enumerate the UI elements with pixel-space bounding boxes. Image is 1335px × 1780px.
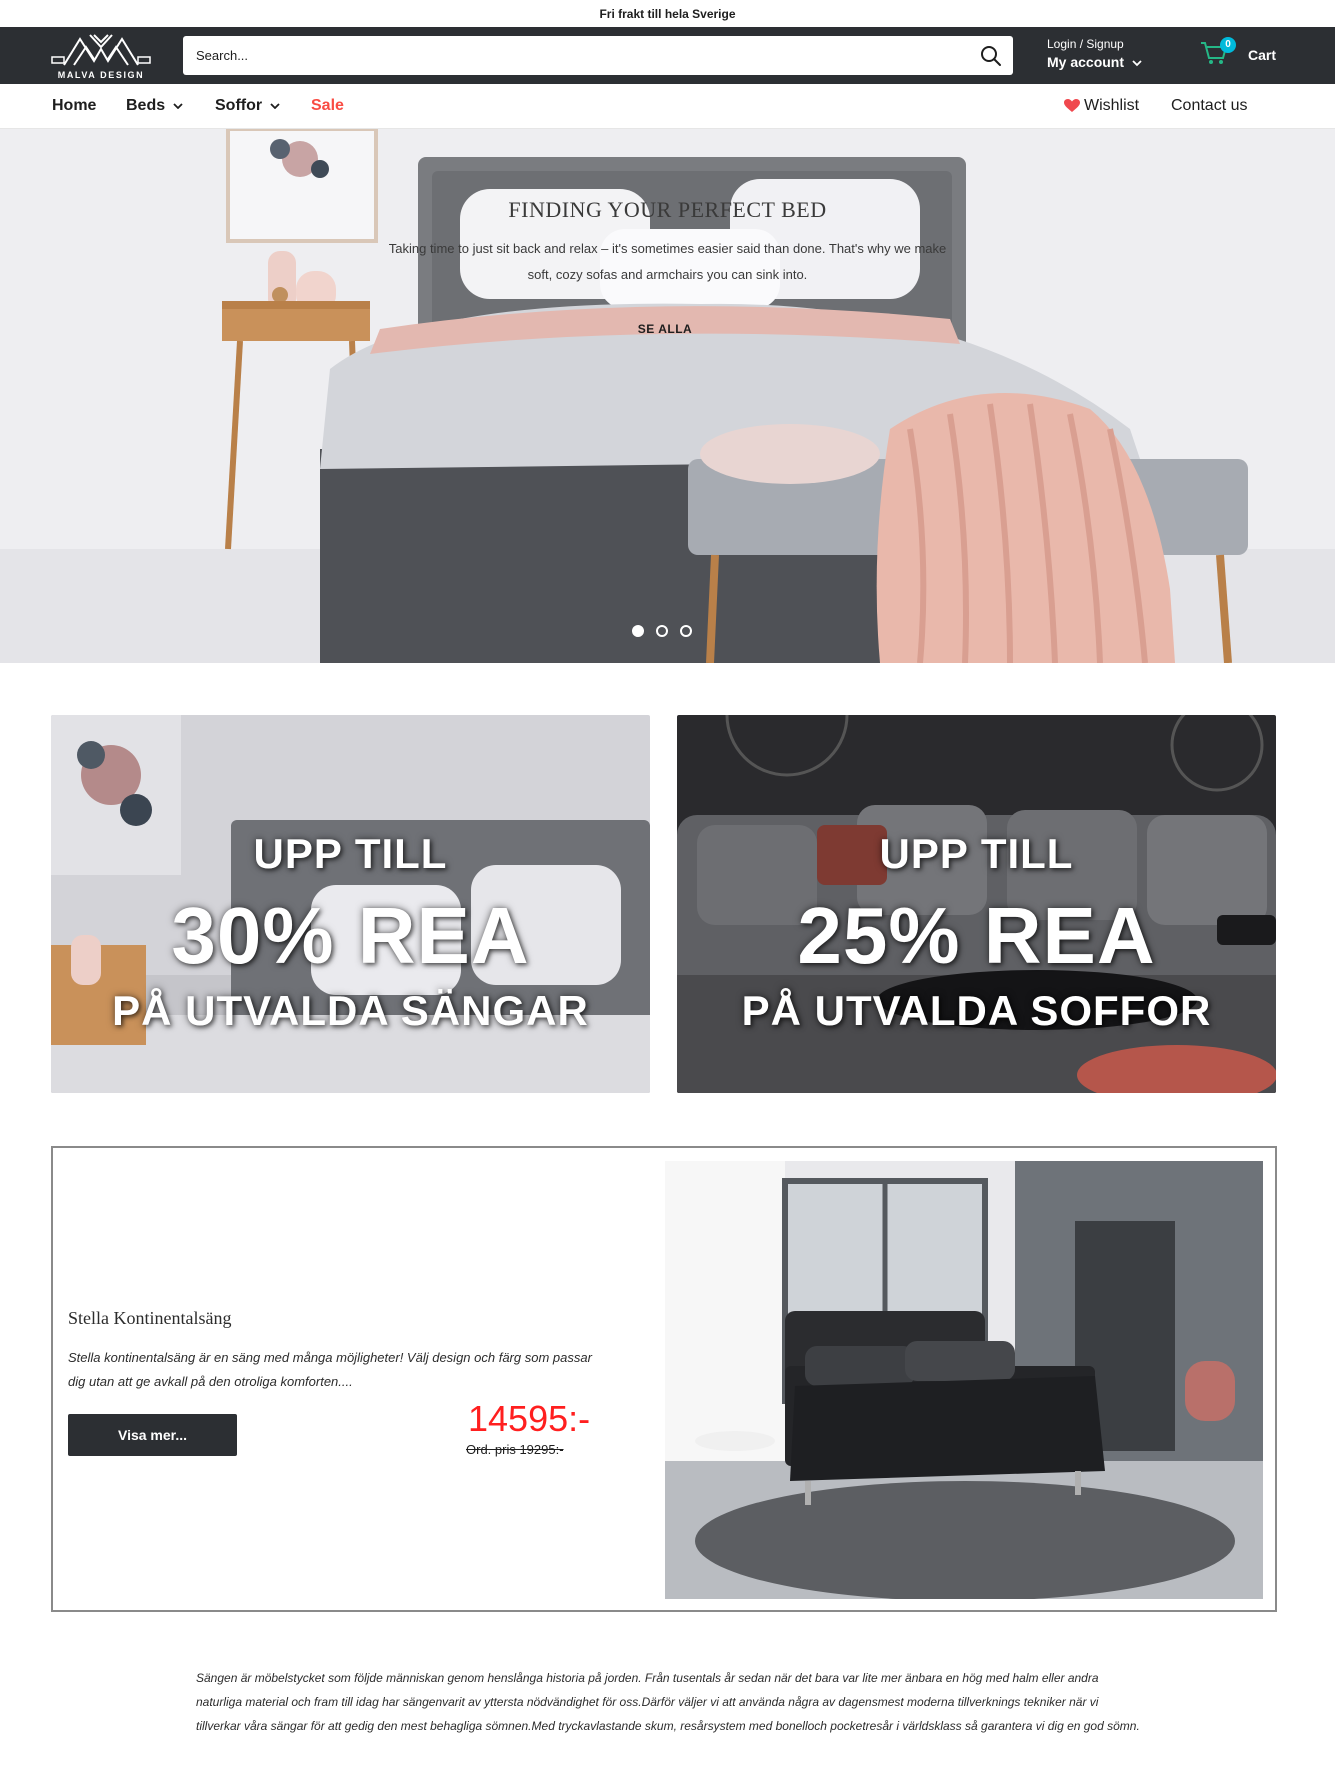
- slider-dot-1[interactable]: [632, 625, 644, 637]
- account-menu[interactable]: Login / Signup My account: [1047, 37, 1142, 70]
- slider-dot-3[interactable]: [680, 625, 692, 637]
- product-price: 14595:-: [468, 1398, 591, 1439]
- hero-title: FINDING YOUR PERFECT BED: [508, 197, 827, 222]
- cart-count-badge: 0: [1220, 37, 1236, 53]
- chevron-down-icon: [270, 103, 280, 109]
- search-input[interactable]: [183, 36, 963, 75]
- nav-beds[interactable]: Beds: [126, 97, 183, 115]
- promo-sofas-line3: PÅ UTVALDA SOFFOR: [741, 987, 1212, 1034]
- cart-label: Cart: [1248, 47, 1277, 63]
- nav-contact[interactable]: Contact us: [1171, 97, 1247, 115]
- login-signup-label[interactable]: Login / Signup: [1047, 37, 1142, 51]
- slider-dot-2[interactable]: [656, 625, 668, 637]
- promo-beds-line1: UPP TILL: [253, 830, 448, 877]
- about-paragraph: Sängen är möbelstycket som följde männis…: [196, 1671, 1140, 1733]
- product-title[interactable]: Stella Kontinentalsäng: [68, 1308, 231, 1329]
- promo-banner-beds[interactable]: UPP TILL 30% REA PÅ UTVALDA SÄNGAR: [51, 715, 650, 1093]
- logo-mark-icon: [51, 34, 151, 66]
- my-account-label[interactable]: My account: [1047, 54, 1142, 70]
- product-description: Stella kontinentalsäng är en säng med må…: [68, 1350, 592, 1389]
- announcement-text: Fri frakt till hela Sverige: [599, 6, 736, 21]
- product-bed-image: [665, 1161, 1263, 1599]
- nav-wishlist[interactable]: Wishlist: [1064, 97, 1139, 115]
- heart-icon: [1064, 99, 1080, 112]
- hero-subtitle: Taking time to just sit back and relax –…: [388, 241, 947, 282]
- hero-see-all-button[interactable]: SE ALLA: [610, 314, 720, 344]
- hero-slider: FINDING YOUR PERFECT BED Taking time to …: [0, 129, 1335, 663]
- search-bar: [183, 36, 1013, 75]
- product-image[interactable]: [665, 1161, 1263, 1599]
- header: MALVA DESIGN Login / Signup My account 0…: [0, 27, 1335, 84]
- show-more-button[interactable]: Visa mer...: [68, 1414, 237, 1456]
- chevron-down-icon: [173, 103, 183, 109]
- featured-product-card: Stella Kontinentalsäng Stella kontinenta…: [51, 1146, 1277, 1612]
- logo-text: MALVA DESIGN: [57, 70, 145, 80]
- promo-beds-line3: PÅ UTVALDA SÄNGAR: [112, 987, 589, 1034]
- logo[interactable]: MALVA DESIGN: [50, 31, 152, 81]
- nav-soffor[interactable]: Soffor: [215, 97, 280, 115]
- promo-banner-sofas[interactable]: UPP TILL 25% REA PÅ UTVALDA SOFFOR: [677, 715, 1276, 1093]
- announcement-bar: Fri frakt till hela Sverige: [0, 0, 1335, 27]
- nav-sale[interactable]: Sale: [311, 97, 344, 115]
- product-old-price: Ord. pris 19295:-: [466, 1442, 564, 1457]
- nav-home[interactable]: Home: [52, 97, 96, 115]
- cart-button[interactable]: 0 Cart: [1200, 37, 1280, 70]
- chevron-down-icon: [1132, 60, 1142, 67]
- slider-dots: [632, 625, 712, 639]
- main-nav: Home Beds Soffor Sale Wishlist Contact u…: [0, 84, 1335, 129]
- promo-sofas-line1: UPP TILL: [879, 830, 1074, 877]
- promo-sofas-line2: 25% REA: [797, 891, 1156, 980]
- promo-beds-line2: 30% REA: [171, 891, 530, 980]
- search-icon[interactable]: [979, 44, 1003, 68]
